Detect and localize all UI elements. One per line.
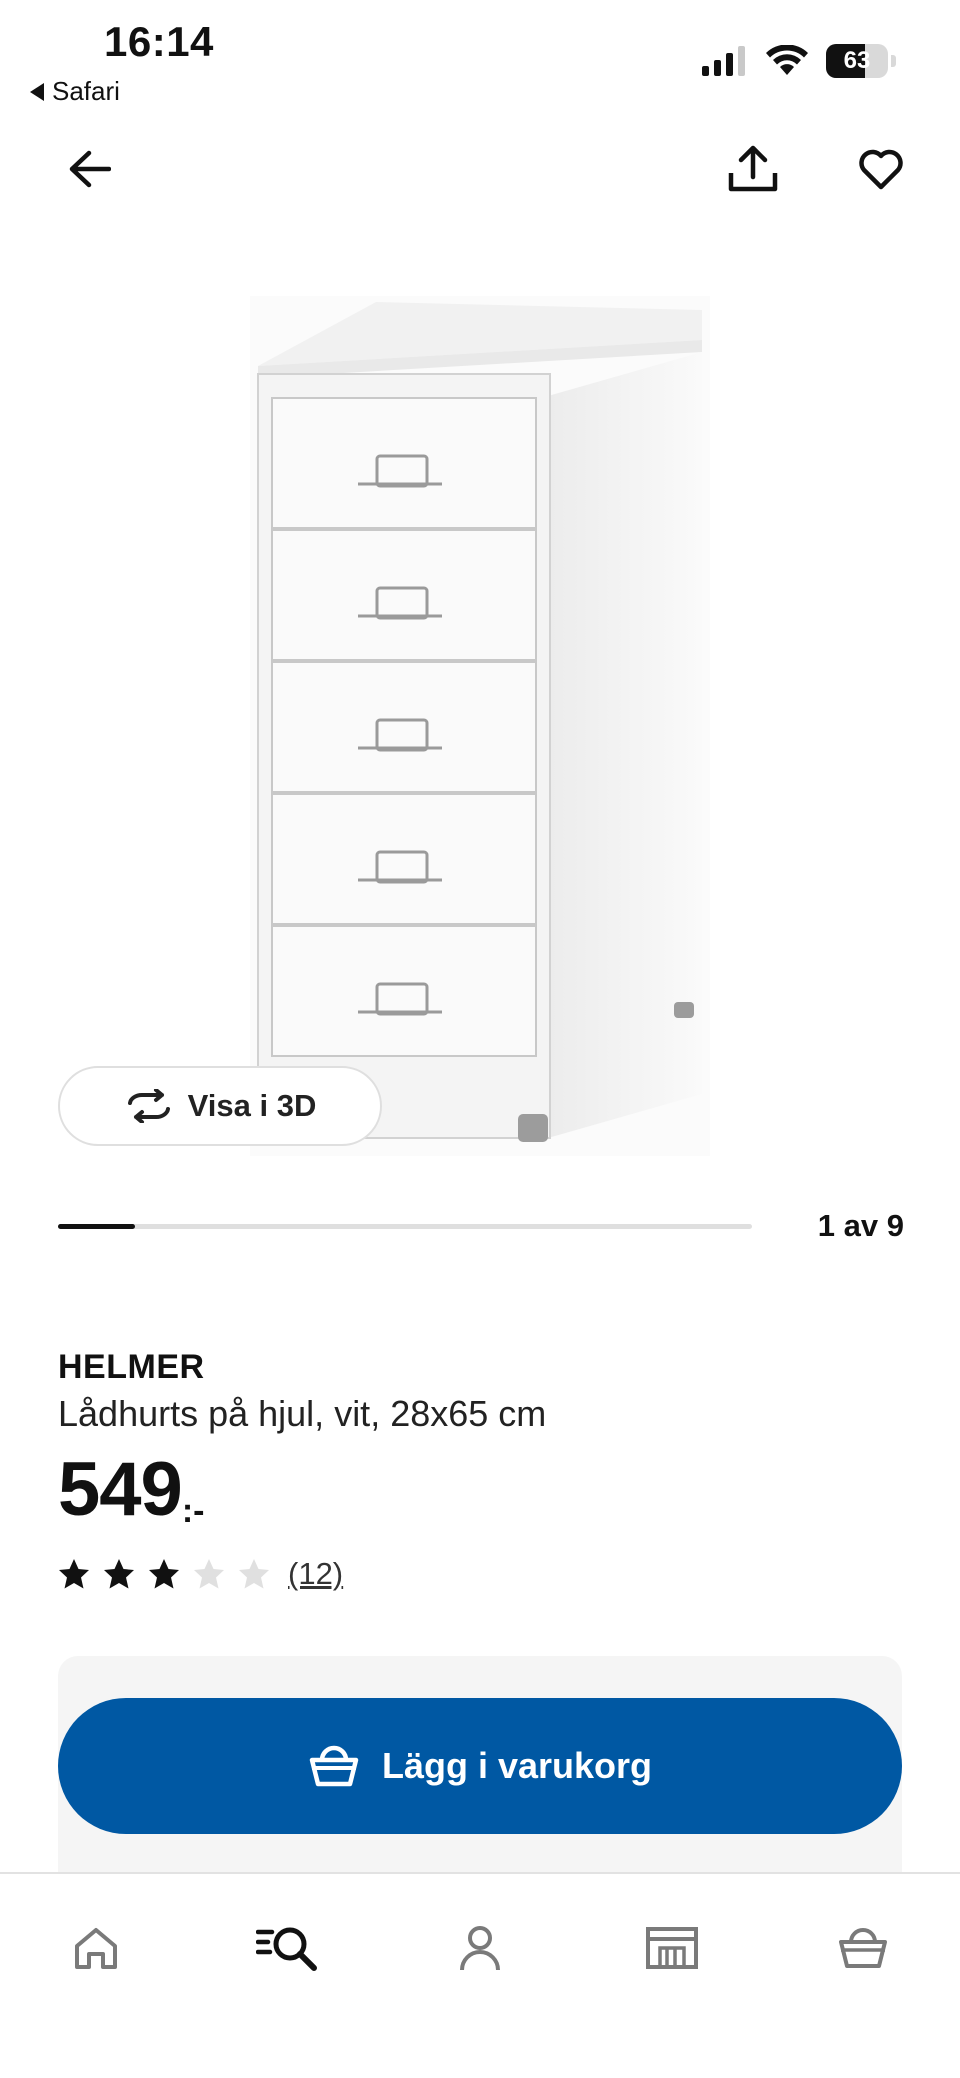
heart-icon bbox=[859, 149, 903, 190]
search-icon bbox=[256, 1927, 317, 1971]
bottom-tab-bar bbox=[0, 1872, 960, 2078]
image-carousel-indicator: 1 av 9 bbox=[58, 1206, 904, 1246]
star-filled-icon bbox=[104, 1559, 134, 1589]
price-amount: 549 bbox=[58, 1447, 183, 1532]
tab-profile[interactable] bbox=[440, 1908, 520, 1988]
favorite-button[interactable] bbox=[846, 134, 916, 204]
back-to-safari[interactable]: Safari bbox=[30, 76, 120, 107]
tab-stores[interactable] bbox=[632, 1908, 712, 1988]
view-3d-button[interactable]: Visa i 3D bbox=[58, 1066, 382, 1146]
rotate-icon bbox=[127, 1089, 170, 1123]
rating-stars bbox=[58, 1558, 270, 1590]
product-description: Lådhurts på hjul, vit, 28x65 cm bbox=[58, 1393, 547, 1434]
carousel-progress-fill bbox=[58, 1224, 136, 1229]
star-empty-icon bbox=[239, 1559, 269, 1589]
battery-indicator: 63 bbox=[826, 44, 888, 78]
basket-icon bbox=[309, 1745, 359, 1787]
add-to-cart-label: Lägg i varukorg bbox=[381, 1745, 653, 1786]
share-button[interactable] bbox=[718, 134, 788, 204]
back-button[interactable] bbox=[54, 134, 124, 204]
carousel-progress-track[interactable] bbox=[58, 1224, 752, 1229]
add-to-cart-button[interactable]: Lägg i varukorg bbox=[58, 1698, 902, 1834]
product-nav bbox=[0, 134, 960, 204]
view-3d-label: Visa i 3D bbox=[187, 1088, 317, 1123]
status-icons: 63 bbox=[702, 44, 896, 78]
star-filled-icon bbox=[59, 1559, 89, 1589]
share-icon bbox=[728, 145, 778, 192]
profile-icon bbox=[460, 1926, 500, 1971]
back-triangle-icon bbox=[30, 82, 44, 101]
price-suffix: :- bbox=[181, 1492, 205, 1530]
battery-level: 63 bbox=[843, 47, 871, 74]
arrow-left-icon bbox=[69, 150, 111, 188]
star-empty-icon bbox=[194, 1559, 224, 1589]
wifi-icon bbox=[766, 45, 808, 75]
review-count-link[interactable]: (12) bbox=[288, 1556, 343, 1592]
back-app-label: Safari bbox=[52, 76, 120, 106]
status-time: 16:14 bbox=[104, 18, 214, 65]
drawers bbox=[271, 397, 537, 1057]
basket-icon bbox=[839, 1928, 887, 1968]
product-image[interactable] bbox=[250, 296, 710, 1156]
store-icon bbox=[646, 1927, 698, 1969]
product-price: 549 :- bbox=[58, 1452, 204, 1531]
product-rating[interactable]: (12) bbox=[58, 1556, 343, 1592]
tab-home[interactable] bbox=[56, 1908, 136, 1988]
status-bar: 16:14 Safari 63 bbox=[0, 0, 960, 110]
home-icon bbox=[75, 1928, 117, 1969]
tab-cart[interactable] bbox=[823, 1908, 903, 1988]
product-brand: HELMER bbox=[58, 1348, 205, 1386]
cellular-signal-icon bbox=[702, 46, 745, 76]
battery-tip bbox=[891, 55, 896, 67]
star-filled-icon bbox=[149, 1559, 179, 1589]
image-counter: 1 av 9 bbox=[817, 1208, 904, 1243]
tab-search[interactable] bbox=[247, 1908, 327, 1988]
